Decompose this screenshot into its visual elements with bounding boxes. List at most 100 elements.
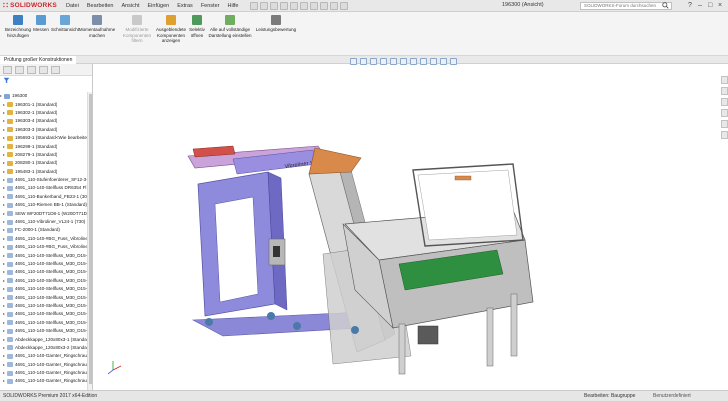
graphics-area[interactable]: Vibroliner VL24 xyxy=(93,64,728,390)
menu-window[interactable]: Fenster xyxy=(197,3,224,9)
solidworks-resources-icon[interactable] xyxy=(721,76,728,84)
tree-component-item[interactable]: ▸ 4691_110-140-Stellfuss_M30_D15-9... xyxy=(0,319,88,327)
tree-component-item[interactable]: ▸4691_110-140-Gamter_Ringschrauben... xyxy=(0,369,88,377)
display-style-icon[interactable] xyxy=(400,58,407,65)
tree-component-item[interactable]: ▸ 4691_110-140-Stellfuss_M30_D15-1... xyxy=(0,251,88,259)
status-edit-mode: Bearbeiten: Baugruppe xyxy=(584,393,636,399)
file-explorer-icon[interactable] xyxy=(721,98,728,106)
home-icon[interactable] xyxy=(250,1,259,10)
file-properties-icon[interactable] xyxy=(330,1,339,10)
tree-component-item[interactable]: ▸ 195693-1 (Standard<Wie bearbeitet>) xyxy=(0,134,88,142)
take-snapshot-button[interactable]: Momentaufnahme machen xyxy=(79,15,115,38)
tree-component-item[interactable]: ▸ Abdeckkappe_120x80x3-2 (Standar... xyxy=(0,344,88,352)
tree-component-item[interactable]: ▸ 4691_110-140-Stellfuss_M30_D15-7... xyxy=(0,302,88,310)
select-icon[interactable] xyxy=(310,1,319,10)
tree-component-item[interactable]: ▸ 196301-1 (Standard) xyxy=(0,100,88,108)
menu-file[interactable]: Datei xyxy=(62,3,83,9)
minimize-icon[interactable]: – xyxy=(698,2,702,9)
add-annotation-button[interactable]: Bezeichnung hinzufügen xyxy=(4,15,32,38)
filter-modified-components-button[interactable]: Modifizierte Komponenten filtern xyxy=(120,15,154,44)
search-input[interactable]: SOLIDWORKS-Forum durchsuchen xyxy=(580,2,672,10)
tree-component-item[interactable]: ▸ 4691_110-140-Stellfuss_M30_D15-1... xyxy=(0,327,88,335)
open-icon[interactable] xyxy=(270,1,279,10)
tree-component-item[interactable]: ▸ 196302-1 (Standard) xyxy=(0,109,88,117)
tree-component-item[interactable]: ▸ 195483-1 (Standard) xyxy=(0,168,88,176)
display-pane-icon[interactable] xyxy=(450,58,457,65)
measure-button[interactable]: Messen xyxy=(33,15,49,33)
show-hidden-components-button[interactable]: Ausgeblendete Komponenten anzeigen xyxy=(154,15,188,44)
performance-evaluation-button[interactable]: Leistungsbewertung xyxy=(254,15,298,33)
tab-large-design-review[interactable]: Prüfung großer Konstruktionen xyxy=(0,56,77,64)
assembly-model[interactable]: Vibroliner VL24 xyxy=(93,64,728,390)
feature-manager-tab-icon[interactable] xyxy=(3,65,12,74)
tree-component-item[interactable]: ▸ 4691_110-Vibroliner_VL24-1 (730) xyxy=(0,218,88,226)
zoom-to-fit-icon[interactable] xyxy=(350,58,357,65)
tree-item-label: 4691_110-Vibroliner_VL24-1 (730) xyxy=(15,219,86,225)
tree-component-item[interactable]: ▸ 4691_110-140-Stellfuss_M30_D15-2... xyxy=(0,260,88,268)
view-settings-icon[interactable] xyxy=(440,58,447,65)
tree-component-item[interactable]: ▸ FC-2000-1 (Standard) xyxy=(0,226,88,234)
help-icon[interactable]: ? xyxy=(688,2,692,9)
tree-component-item[interactable]: ▸4691_110-140-Gamter_Ringschrauben... xyxy=(0,361,88,369)
configuration-manager-tab-icon[interactable] xyxy=(27,65,36,74)
save-icon[interactable] xyxy=(280,1,289,10)
tree-filter[interactable] xyxy=(0,76,92,84)
menu-insert[interactable]: Einfügen xyxy=(144,3,174,9)
tree-component-item[interactable]: ▸ 4691_110-140-Stellfuss_M30_D15-3... xyxy=(0,268,88,276)
edit-appearance-icon[interactable] xyxy=(420,58,427,65)
options-icon[interactable] xyxy=(340,1,349,10)
tree-component-item[interactable]: ▸4691_110-140-Gamter_Ringschrauben... xyxy=(0,352,88,360)
apply-scene-icon[interactable] xyxy=(430,58,437,65)
new-document-icon[interactable] xyxy=(260,1,269,10)
tree-component-item[interactable]: ▸ 4691_110-140-#BG_Fuss_Vibroliner... xyxy=(0,235,88,243)
undo-icon[interactable] xyxy=(300,1,309,10)
tree-scrollbar[interactable] xyxy=(87,92,92,390)
maximize-icon[interactable]: □ xyxy=(708,2,712,9)
set-resolved-button[interactable]: Alle auf vollständige Darstellung einste… xyxy=(206,15,254,38)
menu-view[interactable]: Ansicht xyxy=(117,3,143,9)
property-manager-tab-icon[interactable] xyxy=(15,65,24,74)
section-view-icon[interactable] xyxy=(380,58,387,65)
design-library-icon[interactable] xyxy=(721,87,728,95)
menu-tools[interactable]: Extras xyxy=(173,3,197,9)
tree-component-item[interactable]: ▸ 4691_110-140-#BG_Fuss_Vibroliner... xyxy=(0,243,88,251)
tree-component-item[interactable]: ▸ 4691_110-Bunkerband_FB23-1 (300... xyxy=(0,193,88,201)
section-view-button[interactable]: Schnittansicht xyxy=(50,15,80,33)
print-icon[interactable] xyxy=(290,1,299,10)
tree-component-item[interactable]: ▸ 196303-3 (Standard) xyxy=(0,126,88,134)
search-icon[interactable] xyxy=(662,2,669,9)
tree-component-item[interactable]: ▸4691_110-140-Gamter_Ringschrauben... xyxy=(0,377,88,385)
tree-component-item[interactable]: ▸ 196299-1 (Standard) xyxy=(0,142,88,150)
tree-component-item[interactable]: ▸ 208280-1 (Standard) xyxy=(0,159,88,167)
menu-edit[interactable]: Bearbeiten xyxy=(83,3,118,9)
solidworks-logo[interactable]: ∷ SOLIDWORKS xyxy=(0,1,62,10)
menu-help[interactable]: Hilfe xyxy=(223,3,242,9)
tree-component-item[interactable]: ▸ SEW WF20DT71D8-1 (W20DT71D8... xyxy=(0,209,88,217)
view-palette-icon[interactable] xyxy=(721,109,728,117)
tree-component-item[interactable]: ▸ 208279-1 (Standard) xyxy=(0,151,88,159)
selective-open-button[interactable]: Selektiv öffnen xyxy=(186,15,208,38)
dimxpert-tab-icon[interactable] xyxy=(39,65,48,74)
appearance-tab-icon[interactable] xyxy=(51,65,60,74)
zoom-to-area-icon[interactable] xyxy=(360,58,367,65)
hide-show-items-icon[interactable] xyxy=(410,58,417,65)
tree-component-item[interactable]: ▸ 4691_110-140-Stellfuss_M30_D15-6... xyxy=(0,293,88,301)
previous-view-icon[interactable] xyxy=(370,58,377,65)
tree-component-item[interactable]: ▸ 4691_110-Stufenfoerderer_SF12-3-... xyxy=(0,176,88,184)
tree-component-item[interactable]: ▸ Abdeckkappe_120x80x3-1 (Standar... xyxy=(0,335,88,343)
tree-component-item[interactable]: ▸4691_110-140-Stellfuss DR6354 Fl C90-..… xyxy=(0,184,88,192)
feature-manager-tree: ▸ 196300 ▸ 196301-1 (Standard) ▸ 196302-1 (St… xyxy=(0,64,93,390)
appearances-icon[interactable] xyxy=(721,120,728,128)
status-units[interactable]: Benutzerdefiniert xyxy=(653,393,691,399)
view-orientation-icon[interactable] xyxy=(390,58,397,65)
tree-scroll-thumb[interactable] xyxy=(89,94,92,384)
tree-component-item[interactable]: ▸ 196303-4 (Standard) xyxy=(0,117,88,125)
close-icon[interactable]: × xyxy=(718,2,722,9)
custom-properties-icon[interactable] xyxy=(721,131,728,139)
tree-root-assembly[interactable]: ▸ 196300 xyxy=(0,92,88,100)
tree-component-item[interactable]: ▸ 4691_110-Riemen BB-1 (Standard) xyxy=(0,201,88,209)
tree-component-item[interactable]: ▸ 4691_110-140-Stellfuss_M30_D15-4... xyxy=(0,277,88,285)
tree-component-item[interactable]: ▸ 4691_110-140-Stellfuss_M30_D15-8... xyxy=(0,310,88,318)
rebuild-icon[interactable] xyxy=(320,1,329,10)
tree-component-item[interactable]: ▸ 4691_110-140-Stellfuss_M30_D15-5... xyxy=(0,285,88,293)
